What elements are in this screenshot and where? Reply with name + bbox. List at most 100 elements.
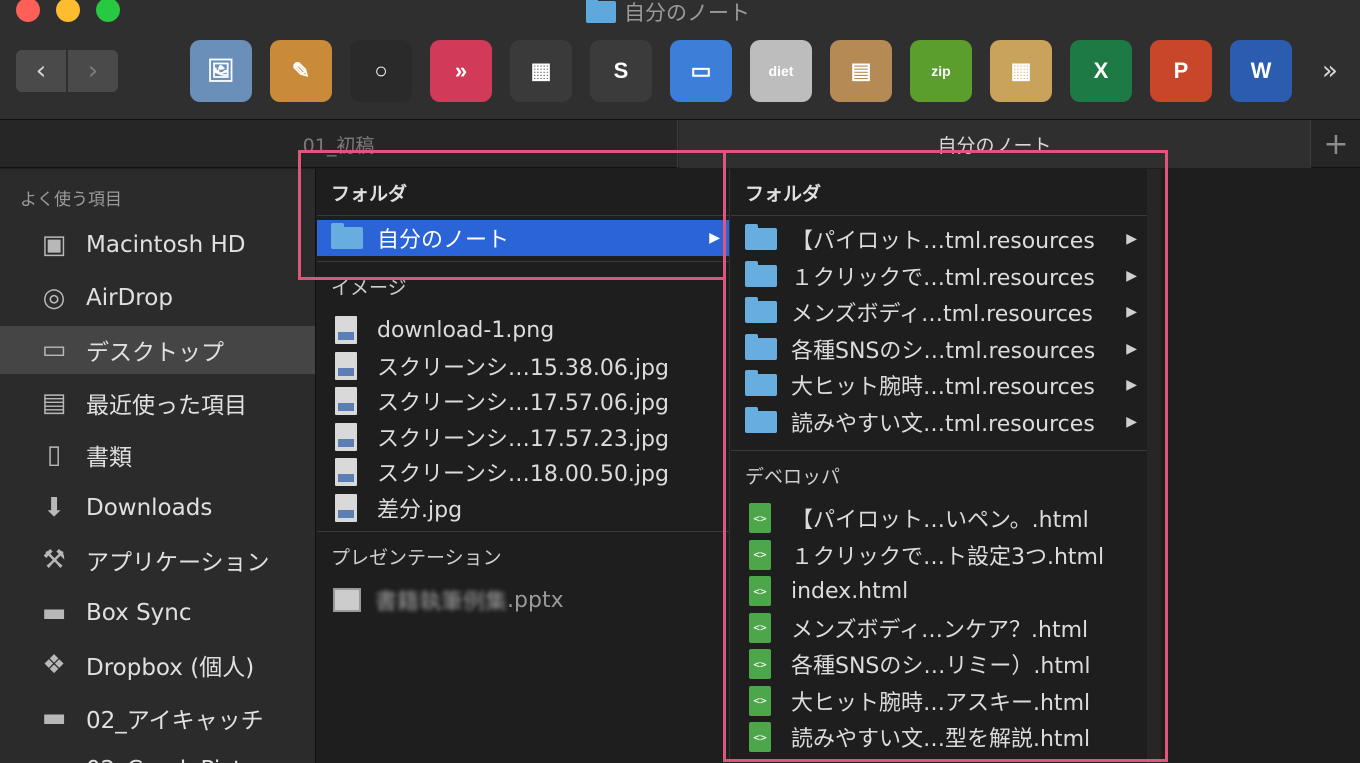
pixelmator-icon[interactable]: ✎: [270, 40, 332, 102]
list-item-html-file[interactable]: <> 各種SNSのシ…リミー）.html: [731, 646, 1147, 682]
tab-01-draft[interactable]: 01_初稿: [0, 120, 678, 168]
list-item-label: 【パイロット…tml.resources: [791, 229, 1095, 254]
section-heading-images: イメージ: [331, 277, 407, 299]
close-window-button[interactable]: [16, 0, 40, 22]
html-file-icon: <>: [749, 722, 771, 752]
word-icon[interactable]: W: [1230, 40, 1292, 102]
list-item-html-file[interactable]: <> １クリックで…ト設定3つ.html: [731, 537, 1147, 573]
sidebar-item-label: Macintosh HD: [86, 232, 246, 258]
navigation-buttons: ‹ ›: [16, 50, 118, 92]
disclosure-arrow-icon: ▶: [1126, 377, 1137, 393]
sidebar-item-label: AirDrop: [86, 284, 173, 311]
sidebar-item-10[interactable]: ▬ 02_Crook Pict: [0, 746, 315, 763]
list-item-image[interactable]: スクリーンシ…18.00.50.jpg: [317, 454, 729, 490]
disclosure-arrow-icon: ▶: [1126, 231, 1137, 247]
list-item-html-file[interactable]: <> index.html: [731, 573, 1147, 609]
list-item-folder[interactable]: １クリックで…tml.resources ▶: [731, 258, 1147, 294]
image-file-icon: [335, 316, 357, 344]
list-item-label: スクリーンシ…17.57.06.jpg: [377, 391, 669, 416]
keynote-icon[interactable]: ▭: [670, 40, 732, 102]
folder-apps-icon[interactable]: ▦: [990, 40, 1052, 102]
sidebar-item-5[interactable]: ⬇ Downloads: [0, 484, 315, 532]
folder-icon: [331, 223, 363, 249]
html-file-icon: <>: [749, 576, 771, 606]
sidebar-item-9[interactable]: ▬ 02_アイキャッチ: [0, 694, 315, 742]
list-item-label: index.html: [791, 578, 909, 604]
hard-drive-icon: ▣: [41, 230, 67, 260]
list-item-html-file[interactable]: <> メンズボディ…ンケア？.html: [731, 610, 1147, 646]
list-item-folder[interactable]: 読みやすい文…tml.resources ▶: [731, 404, 1147, 440]
sidebar-item-label: 書類: [86, 445, 132, 471]
list-item-image[interactable]: download-1.png: [317, 312, 729, 348]
downloads-icon: ⬇: [43, 492, 65, 523]
circle-app-icon[interactable]: ○: [350, 40, 412, 102]
documents-icon: ▯: [46, 440, 62, 470]
sidebar-heading-favorites: よく使う項目: [20, 190, 122, 210]
divider: [317, 261, 729, 262]
preview-icon[interactable]: 🖼: [190, 40, 252, 102]
forward-button[interactable]: ›: [68, 50, 118, 92]
sidebar-item-3[interactable]: ▤ 最近使った項目: [0, 379, 315, 427]
folder-icon: [745, 224, 777, 250]
sidebar-item-label: 最近使った項目: [86, 392, 247, 419]
html-file-icon: <>: [749, 503, 771, 533]
list-item-label: 差分.jpg: [377, 497, 463, 523]
file-extension: .pptx: [507, 587, 564, 613]
list-item-label: スクリーンシ…17.57.23.jpg: [377, 426, 669, 452]
image-file-icon: [335, 387, 357, 415]
zoom-window-button[interactable]: [96, 0, 120, 22]
color-monitor-icon[interactable]: ▦: [510, 40, 572, 102]
sidebar: よく使う項目 ▣ Macintosh HD ◎ AirDrop ▭ デスクトップ ▤ 最近使っ…: [0, 169, 316, 763]
column-scrollbar[interactable]: [1147, 169, 1161, 763]
airdrop-icon: ◎: [42, 282, 66, 313]
list-item-label: １クリックで…tml.resources: [791, 265, 1095, 291]
list-item-label: 【パイロット…いペン。.html: [791, 508, 1089, 533]
list-item-image[interactable]: 差分.jpg: [317, 490, 729, 526]
section-heading-folders: フォルダ: [745, 183, 822, 205]
toolbar-overflow-button[interactable]: »: [1322, 56, 1338, 86]
section-heading-folders: フォルダ: [331, 183, 408, 205]
image-file-icon: [335, 493, 357, 522]
list-item-label: 各種SNSのシ…tml.resources: [791, 338, 1096, 364]
minimize-window-button[interactable]: [56, 0, 80, 22]
back-button[interactable]: ‹: [16, 50, 66, 92]
divider: [731, 450, 1147, 451]
powerpoint-icon[interactable]: P: [1150, 40, 1212, 102]
disclosure-arrow-icon: ▶: [1126, 413, 1137, 430]
list-item-folder[interactable]: 大ヒット腕時…tml.resources ▶: [731, 367, 1147, 403]
new-tab-button[interactable]: +: [1312, 120, 1360, 168]
list-item-image[interactable]: スクリーンシ…17.57.23.jpg: [317, 419, 729, 455]
tab-my-notes[interactable]: 自分のノート: [679, 120, 1311, 168]
list-item-folder[interactable]: 各種SNSのシ…tml.resources ▶: [731, 331, 1147, 367]
archive-box-icon[interactable]: ▤: [830, 40, 892, 102]
zip-icon[interactable]: zip: [910, 40, 972, 102]
sidebar-item-2[interactable]: ▭ デスクトップ: [0, 326, 315, 374]
sidebar-item-0[interactable]: ▣ Macintosh HD: [0, 221, 315, 269]
list-item-folder-my-notes[interactable]: 自分のノート ▶: [317, 220, 729, 256]
list-item-html-file[interactable]: <> 【パイロット…いペン。.html: [731, 500, 1147, 536]
sublime-text-icon[interactable]: S: [590, 40, 652, 102]
folder-icon: ▬: [41, 702, 67, 733]
list-item-folder[interactable]: メンズボディ…tml.resources ▶: [731, 294, 1147, 330]
list-item-image[interactable]: スクリーンシ…15.38.06.jpg: [317, 348, 729, 384]
folder-icon: [745, 370, 777, 396]
excel-icon[interactable]: X: [1070, 40, 1132, 102]
list-item-html-file[interactable]: <> 大ヒット腕時…アスキー.html: [731, 683, 1147, 719]
diet-coke-icon[interactable]: diet: [750, 40, 812, 102]
sidebar-item-8[interactable]: ❖ Dropbox (個人): [0, 641, 315, 689]
skitch-icon[interactable]: »: [430, 40, 492, 102]
list-item-folder[interactable]: 【パイロット…tml.resources ▶: [731, 221, 1147, 257]
sidebar-item-7[interactable]: ▬ Box Sync: [0, 589, 315, 637]
toolbar: 自分のノート ‹ › 🖼 ✎ ○ » ▦ S ▭ diet ▤ zip ▦ X P W »: [0, 0, 1360, 120]
window-title-text: 自分のノート: [624, 1, 750, 25]
list-item-html-file[interactable]: <> 読みやすい文…型を解説.html: [731, 719, 1147, 755]
sidebar-item-4[interactable]: ▯ 書類: [0, 431, 315, 479]
sidebar-item-1[interactable]: ◎ AirDrop: [0, 274, 315, 322]
sidebar-item-6[interactable]: ⚒ アプリケーション: [0, 536, 315, 584]
disclosure-arrow-icon: ▶: [1126, 267, 1137, 284]
list-item-pptx[interactable]: 書籍執筆例集 .pptx: [317, 582, 729, 618]
sidebar-item-label: Box Sync: [86, 599, 192, 626]
folder-icon: [745, 297, 777, 323]
sidebar-item-label: Dropbox (個人): [86, 655, 255, 681]
list-item-image[interactable]: スクリーンシ…17.57.06.jpg: [317, 383, 729, 419]
